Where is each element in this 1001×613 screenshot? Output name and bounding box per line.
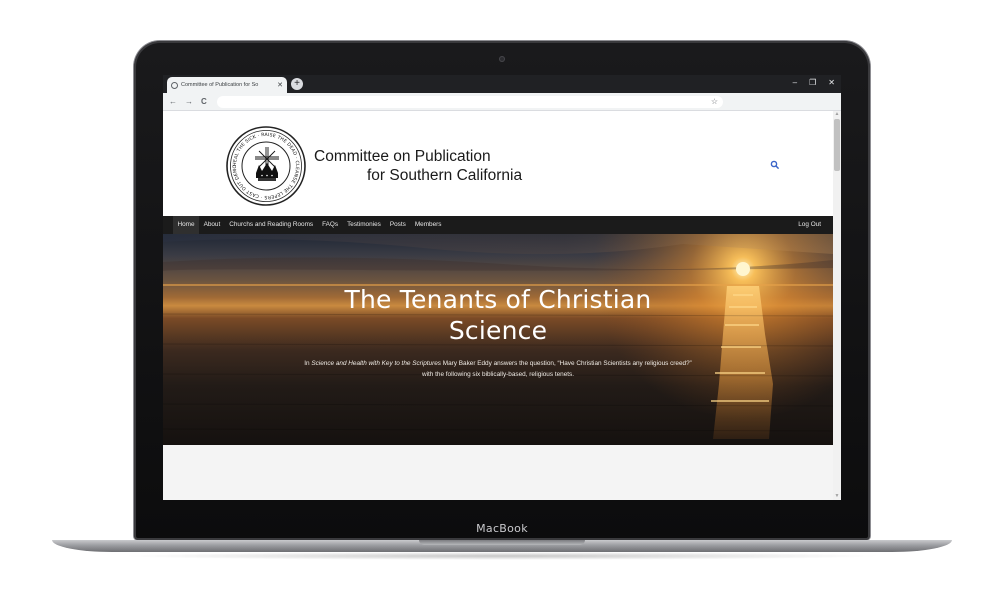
nav-item-faqs[interactable]: FAQs [318, 216, 343, 234]
close-window-button[interactable]: ✕ [828, 77, 835, 89]
laptop-shadow [120, 552, 884, 560]
hero-description: In Science and Health with Key to the Sc… [273, 358, 723, 380]
tab-title: Committee of Publication for So [181, 82, 259, 88]
hero-title-line1: The Tenants of Christian [344, 285, 652, 314]
restore-button[interactable]: ❐ [809, 77, 816, 89]
nav-item-logout[interactable]: Log Out [794, 216, 833, 234]
scroll-up-icon[interactable]: ▲ [833, 111, 841, 118]
nav-item-home[interactable]: Home [173, 216, 200, 234]
hero-book-title: Science and Health with Key to the Scrip… [311, 360, 441, 367]
bookmark-star-icon[interactable]: ☆ [711, 96, 718, 108]
site-title-line1: Committee on Publication [314, 148, 491, 165]
nav-item-churches[interactable]: Churchs and Reading Rooms [225, 216, 318, 234]
page-viewport: HEAL THE SICK · RAISE THE DEAD · CLEANSE… [163, 111, 833, 500]
laptop-hinge-notch [419, 540, 585, 545]
hero-title-line2: Science [448, 316, 548, 345]
nav-item-posts[interactable]: Posts [385, 216, 410, 234]
camera-icon [499, 56, 505, 62]
sun-icon [736, 262, 750, 276]
hero-banner: The Tenants of Christian Science In Scie… [163, 234, 833, 445]
cross-and-crown-seal-logo[interactable]: HEAL THE SICK · RAISE THE DEAD · CLEANSE… [225, 125, 307, 207]
hero-title: The Tenants of Christian Science [163, 284, 833, 346]
forward-icon[interactable]: → [185, 96, 193, 108]
site-title-line2: for Southern California [367, 167, 523, 184]
search-icon[interactable] [770, 160, 780, 170]
browser-tab-strip: Committee of Publication for So ✕ + – ❐ … [163, 75, 841, 93]
laptop-screen: Committee of Publication for So ✕ + – ❐ … [163, 75, 841, 500]
nav-item-testimonies[interactable]: Testimonies [343, 216, 386, 234]
nav-item-about[interactable]: About [199, 216, 225, 234]
tab-close-icon[interactable]: ✕ [277, 82, 283, 89]
hero-text-line2: with the following six biblically-based,… [421, 371, 575, 378]
minimize-button[interactable]: – [793, 77, 797, 89]
scrollbar-thumb[interactable] [834, 119, 840, 171]
content-area [163, 445, 833, 500]
address-bar[interactable]: ☆ [217, 96, 723, 108]
window-controls: – ❐ ✕ [793, 77, 835, 89]
new-tab-button[interactable]: + [291, 78, 303, 90]
nav-item-members[interactable]: Members [410, 216, 446, 234]
site-header: HEAL THE SICK · RAISE THE DEAD · CLEANSE… [163, 111, 833, 216]
scroll-down-icon[interactable]: ▼ [833, 493, 841, 500]
main-navigation: Home About Churchs and Reading Rooms FAQ… [163, 216, 833, 234]
device-brand-label: MacBook [476, 522, 528, 535]
browser-tab[interactable]: Committee of Publication for So ✕ [167, 77, 287, 93]
favicon-icon [171, 81, 178, 89]
vertical-scrollbar[interactable]: ▲ ▼ [833, 111, 841, 500]
back-icon[interactable]: ← [169, 96, 177, 108]
reload-icon[interactable]: C [201, 96, 207, 108]
hero-text-middle: Mary Baker Eddy answers the question, “H… [441, 360, 692, 367]
browser-toolbar: ← → C ☆ [163, 93, 841, 111]
site-title[interactable]: Committee on Publication for Southern Ca… [314, 147, 522, 185]
